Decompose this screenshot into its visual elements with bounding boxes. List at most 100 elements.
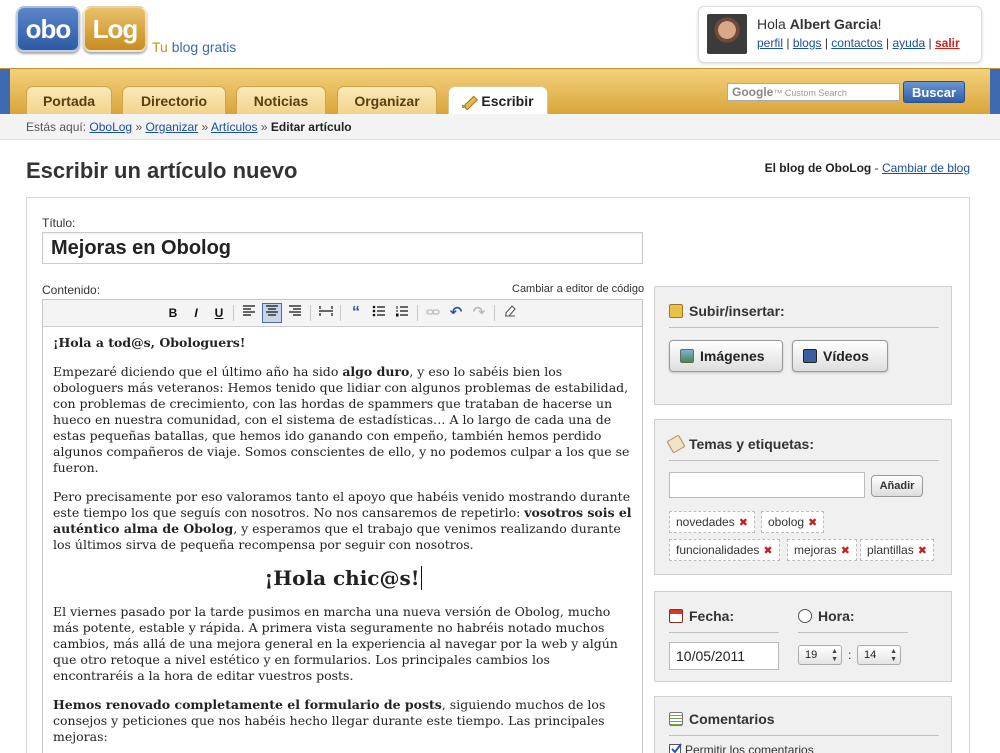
videos-label: Vídeos [823, 348, 869, 364]
divider [669, 735, 939, 736]
align-center-icon[interactable] [262, 303, 282, 323]
p1-bold: algo duro [342, 364, 410, 379]
videos-button[interactable]: Vídeos [792, 340, 888, 372]
spin-arrows-icon: ▲ ▼ [831, 648, 838, 663]
editor-content[interactable]: ¡Hola a tod@s, Obologuers! Empezaré dici… [53, 335, 633, 753]
checkbox-checked-icon [669, 743, 682, 753]
change-blog-link[interactable]: Cambiar de blog [882, 161, 970, 175]
blog-name: El blog de OboLog [764, 161, 872, 175]
toolbar-separator [340, 305, 341, 321]
toolbar-separator [417, 305, 418, 321]
tab-organizar[interactable]: Organizar [337, 86, 437, 115]
user-box: Hola Albert Garcia! perfil | blogs | con… [698, 6, 982, 63]
tag-chip: obolog ✖ [761, 511, 825, 533]
underline-button[interactable]: U [209, 303, 229, 323]
avatar[interactable] [707, 14, 747, 54]
tag-label: obolog [768, 515, 805, 529]
allow-comments-label: Permitir los comentarios [685, 743, 814, 753]
rich-text-editor[interactable]: B I U “ ↶ ↷ ¡Hola a tod@s, Obologuers! E… [42, 299, 643, 753]
images-label: Imágenes [700, 348, 765, 364]
header: obo Log Tu blog gratis Hola Albert Garci… [0, 0, 1000, 68]
tag-chip: funcionalidades ✖ [669, 539, 780, 561]
film-icon [803, 349, 817, 363]
add-tag-button[interactable]: Añadir [871, 475, 923, 497]
oblog-logo[interactable]: obo Log [16, 6, 147, 52]
breadcrumb-sep: » [135, 120, 143, 134]
tab-directorio[interactable]: Directorio [122, 86, 226, 115]
toolbar-separator [233, 305, 234, 321]
logo-log: Log [83, 6, 147, 52]
remove-tag-icon[interactable]: ✖ [763, 545, 772, 557]
clear-format-icon[interactable] [500, 303, 520, 323]
nav-left-edge [0, 69, 10, 115]
tag-icon [666, 434, 686, 454]
divider [669, 327, 939, 328]
horizontal-rule-icon[interactable] [316, 303, 336, 323]
title-label: Título: [42, 216, 76, 230]
link-icon[interactable] [423, 303, 443, 323]
contacts-link[interactable]: contactos [831, 36, 882, 50]
google-logo: Google [732, 85, 774, 99]
content-paragraph-2: Pero precisamente por eso valoramos tant… [53, 489, 633, 553]
align-right-icon[interactable] [285, 303, 305, 323]
remove-tag-icon[interactable]: ✖ [918, 545, 927, 557]
time-separator: : [848, 648, 852, 662]
redo-icon[interactable]: ↷ [469, 303, 489, 323]
allow-comments-checkbox[interactable]: Permitir los comentarios [669, 743, 814, 753]
divider [669, 460, 939, 461]
breadcrumb-prefix: Estás aquí: [26, 120, 87, 134]
blockquote-icon[interactable]: “ [346, 303, 366, 323]
tagline-prefix: Tu [152, 39, 172, 55]
text-cursor [420, 566, 422, 590]
remove-tag-icon[interactable]: ✖ [739, 517, 748, 529]
page-title: Escribir un artículo nuevo [26, 158, 298, 183]
bold-button[interactable]: B [163, 303, 183, 323]
breadcrumb-articulos[interactable]: Artículos [211, 120, 258, 134]
tags-title-text: Temas y etiquetas: [689, 436, 815, 452]
help-link[interactable]: ayuda [892, 36, 925, 50]
blogs-link[interactable]: blogs [793, 36, 822, 50]
image-icon [680, 349, 694, 363]
tab-portada[interactable]: Portada [26, 86, 112, 115]
breadcrumb-oblog[interactable]: OboLog [89, 120, 132, 134]
breadcrumb-sep: » [260, 120, 268, 134]
time-title-text: Hora: [818, 608, 855, 624]
images-button[interactable]: Imágenes [669, 340, 783, 372]
tag-input[interactable] [669, 472, 865, 498]
user-name: Albert Garcia [789, 16, 878, 32]
numbered-list-icon[interactable] [392, 303, 412, 323]
breadcrumb-organizar[interactable]: Organizar [145, 120, 198, 134]
hour-select[interactable]: 19 ▲ ▼ [798, 645, 842, 665]
divider [798, 632, 908, 633]
heading-text: ¡Hola chic@s! [264, 566, 420, 590]
tag-chip: plantillas ✖ [860, 539, 934, 561]
tags-title: Temas y etiquetas: [666, 434, 815, 454]
minute-select[interactable]: 14 ▲ ▼ [857, 645, 901, 665]
p4-bold: Hemos renovado completamente el formular… [53, 697, 442, 712]
breadcrumb: Estás aquí: OboLog » Organizar » Artícul… [26, 120, 352, 134]
search-button[interactable]: Buscar [903, 81, 965, 103]
bullet-list-icon[interactable] [369, 303, 389, 323]
date-input[interactable]: 10/05/2011 [669, 642, 779, 670]
content-label: Contenido: [42, 283, 101, 297]
tab-escribir-label: Escribir [481, 93, 534, 109]
comments-title-text: Comentarios [689, 711, 775, 727]
search-input[interactable]: Google™ Custom Search [727, 83, 900, 101]
tab-escribir[interactable]: Escribir [448, 86, 548, 115]
upload-title-text: Subir/insertar: [689, 303, 785, 319]
logout-link[interactable]: salir [935, 36, 960, 50]
align-left-icon[interactable] [239, 303, 259, 323]
user-greeting: Hola Albert Garcia! [757, 16, 882, 32]
tag-label: plantillas [867, 543, 914, 557]
title-input[interactable]: Mejoras en Obolog [42, 232, 643, 264]
remove-tag-icon[interactable]: ✖ [808, 517, 817, 529]
italic-button[interactable]: I [186, 303, 206, 323]
time-title: Hora: [798, 608, 855, 624]
remove-tag-icon[interactable]: ✖ [841, 545, 850, 557]
user-links: perfil | blogs | contactos | ayuda | sal… [757, 36, 960, 50]
profile-link[interactable]: perfil [757, 36, 783, 50]
tab-noticias[interactable]: Noticias [236, 86, 326, 115]
undo-icon[interactable]: ↶ [446, 303, 466, 323]
code-editor-link[interactable]: Cambiar a editor de código [512, 283, 644, 295]
content-heading: ¡Hola chic@s! [53, 566, 633, 590]
